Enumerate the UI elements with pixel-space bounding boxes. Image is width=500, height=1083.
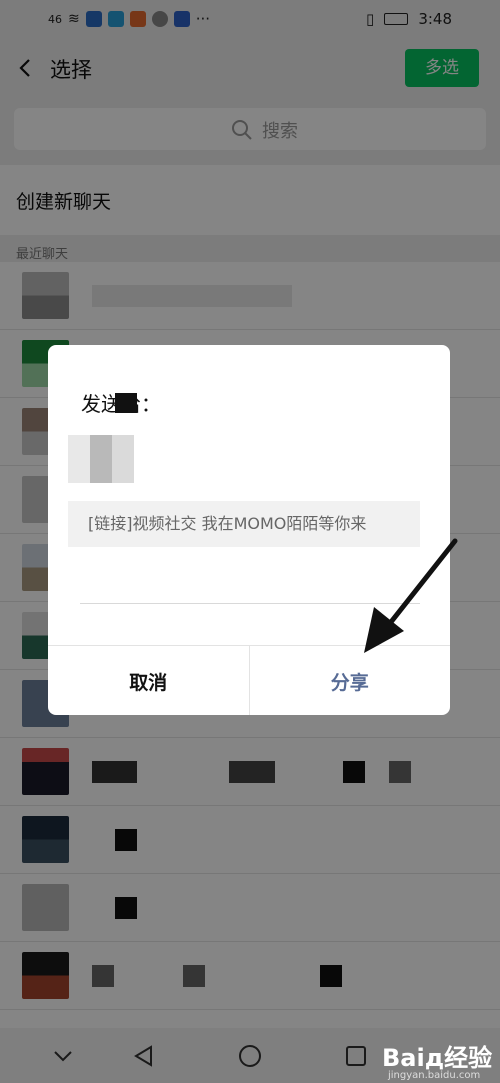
recipient-avatar bbox=[68, 435, 138, 483]
cancel-button[interactable]: 取消 bbox=[48, 646, 250, 715]
annotation-arrow-icon bbox=[364, 538, 458, 653]
watermark-brand: Baiд经验 bbox=[382, 1044, 493, 1072]
watermark-url: jingyan.baidu.com bbox=[388, 1070, 481, 1081]
redaction-block bbox=[115, 393, 137, 413]
baidu-watermark: Baiд经验 jingyan.baidu.com bbox=[382, 1028, 500, 1083]
share-dialog: 发送给： [链接]视频社交 我在MOMO陌陌等你来 取消 分享 bbox=[48, 345, 450, 715]
